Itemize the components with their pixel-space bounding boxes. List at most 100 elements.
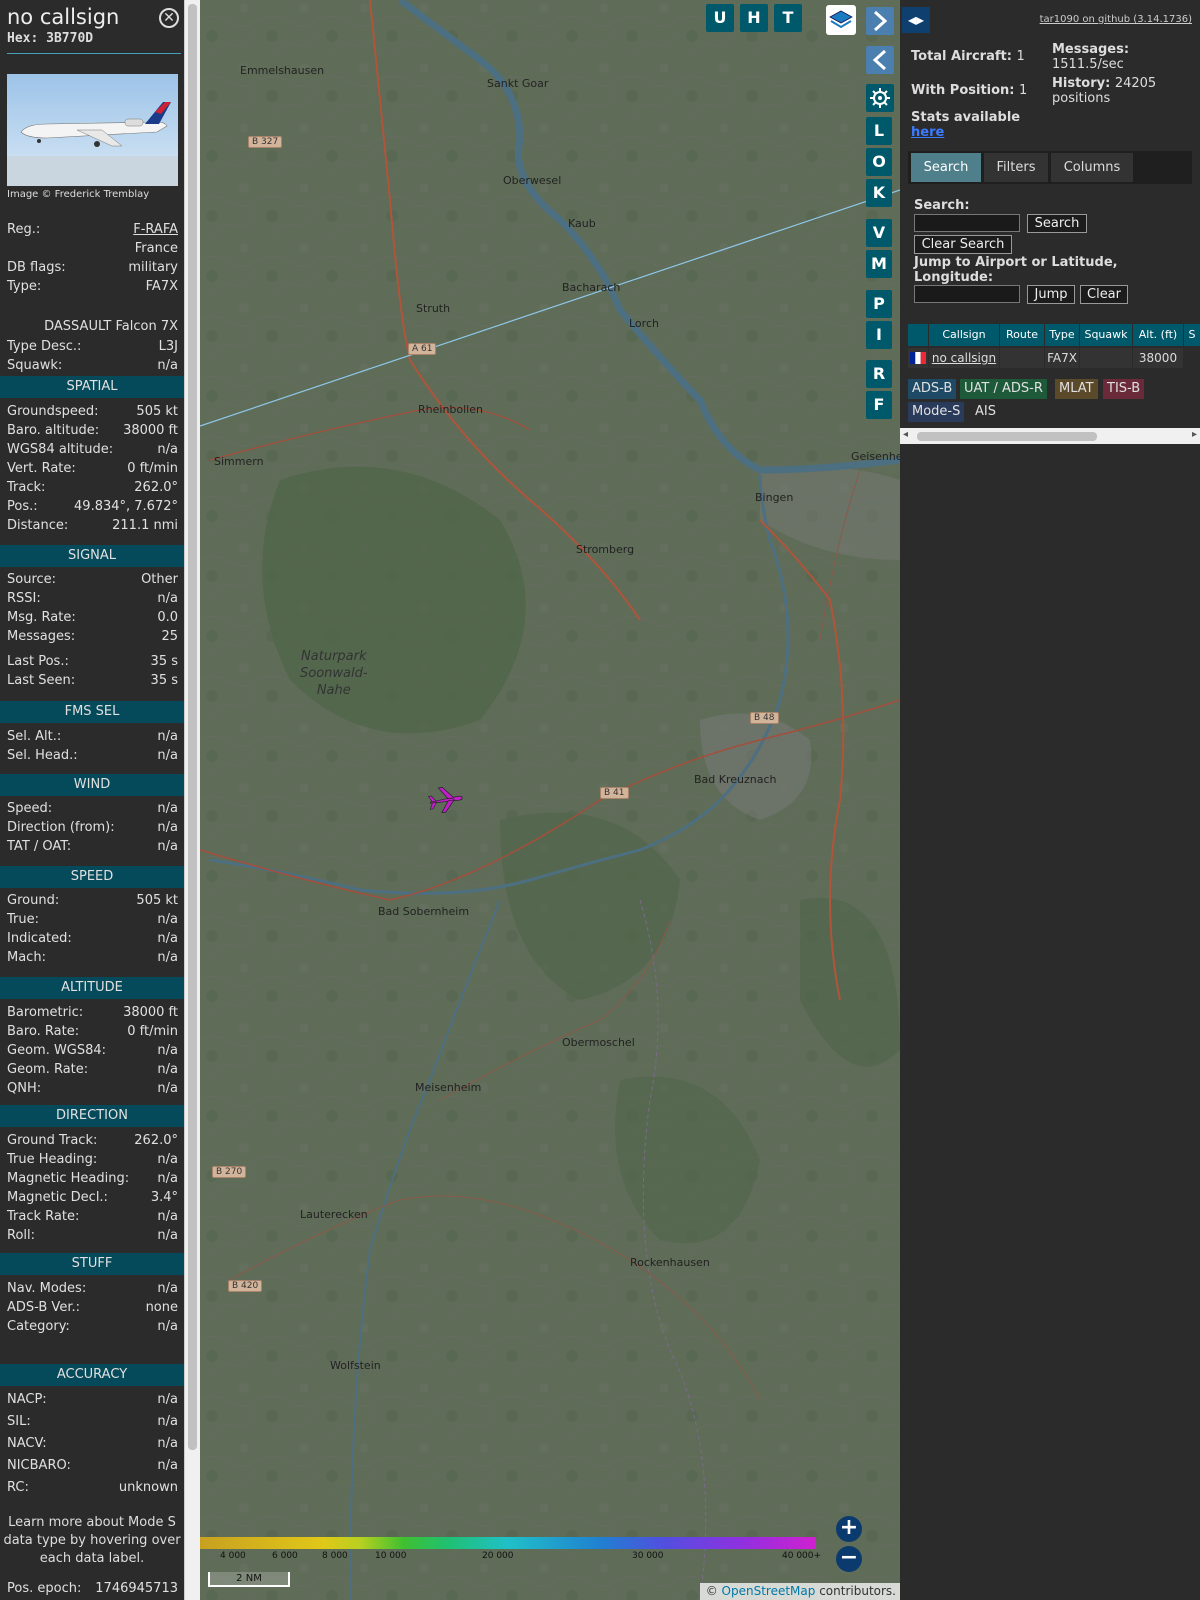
- data-label[interactable]: NICBARO:: [7, 1458, 71, 1473]
- jump-button[interactable]: Jump: [1027, 285, 1075, 304]
- data-row: True Heading: n/a: [7, 1152, 178, 1170]
- expand-panel-button[interactable]: [866, 7, 894, 35]
- data-label[interactable]: True:: [7, 912, 39, 927]
- map-button-o[interactable]: O: [866, 148, 892, 176]
- pos-epoch-value: 1746945713: [95, 1581, 178, 1596]
- detail-value[interactable]: F-RAFA: [133, 222, 178, 237]
- data-label[interactable]: RSSI:: [7, 591, 41, 606]
- aircraft-photo[interactable]: [7, 74, 178, 186]
- data-label[interactable]: Ground:: [7, 893, 59, 908]
- data-label[interactable]: SIL:: [7, 1414, 31, 1429]
- close-icon[interactable]: ✕: [159, 8, 179, 28]
- map-button-r[interactable]: R: [866, 360, 892, 388]
- tab-filters[interactable]: Filters: [984, 153, 1048, 182]
- data-label[interactable]: NACV:: [7, 1436, 47, 1451]
- layers-button[interactable]: [826, 5, 856, 35]
- data-label[interactable]: Groundspeed:: [7, 404, 98, 419]
- data-label[interactable]: Category:: [7, 1319, 70, 1334]
- column-header-type[interactable]: Type: [1045, 324, 1079, 346]
- map-button-h[interactable]: H: [740, 4, 768, 32]
- data-label[interactable]: Barometric:: [7, 1005, 83, 1020]
- map-button-k[interactable]: K: [866, 179, 892, 207]
- source-badge[interactable]: ADS-B: [908, 379, 957, 399]
- data-label[interactable]: WGS84 altitude:: [7, 442, 113, 457]
- data-label[interactable]: Track:: [7, 480, 45, 495]
- source-badge[interactable]: TIS-B: [1103, 379, 1145, 399]
- map-button-i[interactable]: I: [866, 321, 892, 349]
- column-header-callsign[interactable]: Callsign: [929, 324, 999, 346]
- github-link[interactable]: tar1090 on github (3.14.1736): [1040, 14, 1192, 25]
- data-label[interactable]: Ground Track:: [7, 1133, 97, 1148]
- data-label[interactable]: Indicated:: [7, 931, 72, 946]
- map-button-v[interactable]: V: [866, 219, 892, 247]
- altitude-scale-label: 6 000: [272, 1551, 298, 1561]
- data-label[interactable]: Msg. Rate:: [7, 610, 76, 625]
- scrollbar-thumb[interactable]: [188, 4, 197, 1450]
- map-button-t[interactable]: T: [774, 4, 802, 32]
- data-label[interactable]: True Heading:: [7, 1152, 97, 1167]
- data-label[interactable]: NACP:: [7, 1392, 47, 1407]
- data-label[interactable]: Vert. Rate:: [7, 461, 76, 476]
- info-scrollbar[interactable]: [184, 0, 200, 1600]
- zoom-in-button[interactable]: +: [836, 1516, 862, 1542]
- search-input[interactable]: [914, 214, 1020, 232]
- data-label[interactable]: Mach:: [7, 950, 46, 965]
- data-label[interactable]: QNH:: [7, 1081, 41, 1096]
- place-label: Lorch: [629, 317, 659, 330]
- column-header-squawk[interactable]: Squawk: [1080, 324, 1132, 346]
- source-badge[interactable]: UAT / ADS-R: [960, 379, 1047, 399]
- settings-button[interactable]: [866, 84, 894, 112]
- data-label[interactable]: Baro. Rate:: [7, 1024, 79, 1039]
- column-header-route[interactable]: Route: [1000, 324, 1044, 346]
- map-button-f[interactable]: F: [866, 391, 892, 419]
- column-header-altitude[interactable]: Alt. (ft): [1133, 324, 1183, 346]
- data-label[interactable]: Magnetic Heading:: [7, 1171, 129, 1186]
- data-label[interactable]: Direction (from):: [7, 820, 115, 835]
- map-button-l[interactable]: L: [866, 117, 892, 145]
- data-label[interactable]: Geom. Rate:: [7, 1062, 88, 1077]
- tab-search[interactable]: Search: [911, 153, 981, 182]
- map-button-u[interactable]: U: [706, 4, 734, 32]
- map-button-p[interactable]: P: [866, 290, 892, 318]
- data-label[interactable]: Magnetic Decl.:: [7, 1190, 108, 1205]
- data-label[interactable]: Last Seen:: [7, 673, 75, 688]
- zoom-out-button[interactable]: −: [836, 1546, 862, 1572]
- data-label[interactable]: Roll:: [7, 1228, 35, 1243]
- clear-search-button[interactable]: Clear Search: [914, 235, 1012, 254]
- clear-button[interactable]: Clear: [1080, 285, 1128, 304]
- data-label[interactable]: Nav. Modes:: [7, 1281, 86, 1296]
- data-label[interactable]: Speed:: [7, 801, 52, 816]
- data-label[interactable]: Baro. altitude:: [7, 423, 99, 438]
- data-label[interactable]: Pos.:: [7, 499, 38, 514]
- row-callsign[interactable]: no callsign: [929, 348, 999, 368]
- data-label[interactable]: Track Rate:: [7, 1209, 79, 1224]
- jump-input[interactable]: [914, 285, 1020, 303]
- map[interactable]: Emmelshausen Sankt Goar Oberwesel Kaub Bacha…: [200, 0, 900, 1600]
- data-label[interactable]: Sel. Alt.:: [7, 729, 61, 744]
- table-horizontal-scrollbar[interactable]: ◂ ▸: [900, 428, 1200, 444]
- source-badge[interactable]: AIS: [971, 402, 1000, 422]
- data-label[interactable]: Distance:: [7, 518, 68, 533]
- map-button-m[interactable]: M: [866, 250, 892, 278]
- data-label[interactable]: Messages:: [7, 629, 75, 644]
- scrollbar-thumb[interactable]: [917, 432, 1097, 441]
- data-label[interactable]: Geom. WGS84:: [7, 1043, 106, 1058]
- stats-link[interactable]: here: [911, 125, 1020, 140]
- scroll-right-icon[interactable]: ▸: [1192, 429, 1197, 440]
- data-label[interactable]: TAT / OAT:: [7, 839, 71, 854]
- data-label[interactable]: ADS-B Ver.:: [7, 1300, 80, 1315]
- data-label[interactable]: RC:: [7, 1480, 29, 1495]
- toggle-sidebar-button[interactable]: ◂▸: [902, 7, 930, 33]
- tab-columns[interactable]: Columns: [1051, 153, 1133, 182]
- data-label[interactable]: Sel. Head.:: [7, 748, 78, 763]
- search-button[interactable]: Search: [1027, 214, 1087, 233]
- source-badge[interactable]: MLAT: [1055, 379, 1098, 399]
- source-badge[interactable]: Mode-S: [908, 402, 965, 422]
- scroll-left-icon[interactable]: ◂: [903, 429, 908, 440]
- collapse-panel-button[interactable]: [866, 46, 894, 74]
- data-label[interactable]: Source:: [7, 572, 56, 587]
- aircraft-marker[interactable]: [427, 784, 464, 814]
- column-header-speed[interactable]: S: [1184, 324, 1200, 346]
- osm-link[interactable]: OpenStreetMap: [722, 1584, 816, 1598]
- data-label[interactable]: Last Pos.:: [7, 654, 69, 669]
